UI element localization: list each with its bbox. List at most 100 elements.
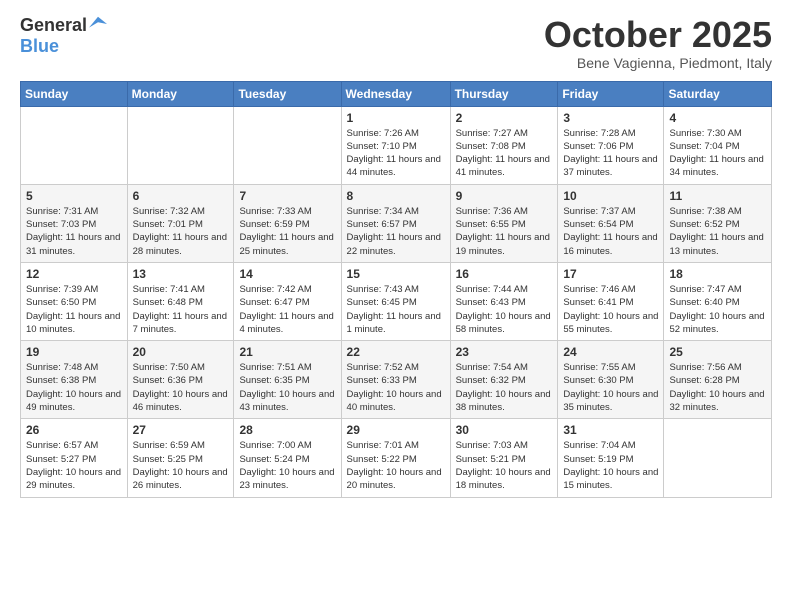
day-info: Sunrise: 7:47 AMSunset: 6:40 PMDaylight:… bbox=[669, 283, 766, 336]
logo-general-text: General bbox=[20, 15, 87, 36]
day-info: Sunrise: 7:48 AMSunset: 6:38 PMDaylight:… bbox=[26, 361, 122, 414]
day-number: 19 bbox=[26, 345, 122, 359]
day-number: 27 bbox=[133, 423, 229, 437]
day-info: Sunrise: 7:01 AMSunset: 5:22 PMDaylight:… bbox=[347, 439, 445, 492]
table-row: 14Sunrise: 7:42 AMSunset: 6:47 PMDayligh… bbox=[234, 262, 341, 340]
day-info: Sunrise: 7:46 AMSunset: 6:41 PMDaylight:… bbox=[563, 283, 658, 336]
day-info: Sunrise: 7:39 AMSunset: 6:50 PMDaylight:… bbox=[26, 283, 122, 336]
table-row: 2 Sunrise: 7:27 AMSunset: 7:08 PMDaylight… bbox=[450, 106, 558, 184]
col-friday: Friday bbox=[558, 81, 664, 106]
table-row: 25 Sunrise: 7:56 AMSunset: 6:28 PMDayligh… bbox=[664, 341, 772, 419]
header: General Blue October 2025 Bene Vagienna,… bbox=[20, 15, 772, 71]
day-info: Sunrise: 7:44 AMSunset: 6:43 PMDaylight:… bbox=[456, 283, 553, 336]
day-number: 4 bbox=[669, 111, 766, 125]
day-info: Sunrise: 7:03 AMSunset: 5:21 PMDaylight:… bbox=[456, 439, 553, 492]
table-row: 7 Sunrise: 7:33 AMSunset: 6:59 PMDaylight… bbox=[234, 184, 341, 262]
table-row: 8Sunrise: 7:34 AMSunset: 6:57 PMDaylight… bbox=[341, 184, 450, 262]
day-number: 26 bbox=[26, 423, 122, 437]
table-row bbox=[234, 106, 341, 184]
calendar-table: Sunday Monday Tuesday Wednesday Thursday… bbox=[20, 81, 772, 498]
table-row: 12 Sunrise: 7:39 AMSunset: 6:50 PMDayligh… bbox=[21, 262, 128, 340]
table-row: 11Sunrise: 7:38 AMSunset: 6:52 PMDayligh… bbox=[664, 184, 772, 262]
day-number: 2 bbox=[456, 111, 553, 125]
col-tuesday: Tuesday bbox=[234, 81, 341, 106]
table-row: 19 Sunrise: 7:48 AMSunset: 6:38 PMDayligh… bbox=[21, 341, 128, 419]
day-number: 6 bbox=[133, 189, 229, 203]
day-number: 30 bbox=[456, 423, 553, 437]
day-number: 1 bbox=[347, 111, 445, 125]
day-info: Sunrise: 7:38 AMSunset: 6:52 PMDaylight:… bbox=[669, 205, 766, 258]
table-row: 3 Sunrise: 7:28 AMSunset: 7:06 PMDaylight… bbox=[558, 106, 664, 184]
table-row: 24 Sunrise: 7:55 AMSunset: 6:30 PMDayligh… bbox=[558, 341, 664, 419]
day-number: 22 bbox=[347, 345, 445, 359]
table-row: 1Sunrise: 7:26 AMSunset: 7:10 PMDaylight… bbox=[341, 106, 450, 184]
table-row bbox=[127, 106, 234, 184]
day-info: Sunrise: 7:32 AMSunset: 7:01 PMDaylight:… bbox=[133, 205, 229, 258]
day-info: Sunrise: 7:56 AMSunset: 6:28 PMDaylight:… bbox=[669, 361, 766, 414]
day-info: Sunrise: 7:43 AMSunset: 6:45 PMDaylight:… bbox=[347, 283, 445, 336]
table-row bbox=[21, 106, 128, 184]
logo: General Blue bbox=[20, 15, 107, 57]
day-number: 5 bbox=[26, 189, 122, 203]
table-row: 5 Sunrise: 7:31 AMSunset: 7:03 PMDaylight… bbox=[21, 184, 128, 262]
table-row: 20 Sunrise: 7:50 AMSunset: 6:36 PMDayligh… bbox=[127, 341, 234, 419]
table-row: 6 Sunrise: 7:32 AMSunset: 7:01 PMDaylight… bbox=[127, 184, 234, 262]
day-number: 24 bbox=[563, 345, 658, 359]
day-info: Sunrise: 7:54 AMSunset: 6:32 PMDaylight:… bbox=[456, 361, 553, 414]
table-row: 29Sunrise: 7:01 AMSunset: 5:22 PMDayligh… bbox=[341, 419, 450, 497]
logo-blue-text: Blue bbox=[20, 36, 59, 57]
table-row: 22 Sunrise: 7:52 AMSunset: 6:33 PMDayligh… bbox=[341, 341, 450, 419]
table-row: 23 Sunrise: 7:54 AMSunset: 6:32 PMDayligh… bbox=[450, 341, 558, 419]
day-info: Sunrise: 7:55 AMSunset: 6:30 PMDaylight:… bbox=[563, 361, 658, 414]
day-number: 25 bbox=[669, 345, 766, 359]
day-info: Sunrise: 7:31 AMSunset: 7:03 PMDaylight:… bbox=[26, 205, 122, 258]
calendar-week-row: 5 Sunrise: 7:31 AMSunset: 7:03 PMDaylight… bbox=[21, 184, 772, 262]
day-number: 31 bbox=[563, 423, 658, 437]
col-monday: Monday bbox=[127, 81, 234, 106]
day-info: Sunrise: 7:04 AMSunset: 5:19 PMDaylight:… bbox=[563, 439, 658, 492]
day-number: 3 bbox=[563, 111, 658, 125]
calendar-week-row: 26Sunrise: 6:57 AMSunset: 5:27 PMDayligh… bbox=[21, 419, 772, 497]
day-number: 28 bbox=[239, 423, 335, 437]
month-title: October 2025 bbox=[544, 15, 772, 55]
day-info: Sunrise: 7:00 AMSunset: 5:24 PMDaylight:… bbox=[239, 439, 335, 492]
day-info: Sunrise: 6:59 AMSunset: 5:25 PMDaylight:… bbox=[133, 439, 229, 492]
table-row: 21 Sunrise: 7:51 AMSunset: 6:35 PMDayligh… bbox=[234, 341, 341, 419]
table-row: 27 Sunrise: 6:59 AMSunset: 5:25 PMDayligh… bbox=[127, 419, 234, 497]
day-info: Sunrise: 7:28 AMSunset: 7:06 PMDaylight:… bbox=[563, 127, 658, 180]
table-row: 18 Sunrise: 7:47 AMSunset: 6:40 PMDayligh… bbox=[664, 262, 772, 340]
table-row: 10Sunrise: 7:37 AMSunset: 6:54 PMDayligh… bbox=[558, 184, 664, 262]
day-number: 20 bbox=[133, 345, 229, 359]
table-row: 31 Sunrise: 7:04 AMSunset: 5:19 PMDayligh… bbox=[558, 419, 664, 497]
table-row: 30 Sunrise: 7:03 AMSunset: 5:21 PMDayligh… bbox=[450, 419, 558, 497]
day-number: 17 bbox=[563, 267, 658, 281]
table-row: 17 Sunrise: 7:46 AMSunset: 6:41 PMDayligh… bbox=[558, 262, 664, 340]
table-row: 15 Sunrise: 7:43 AMSunset: 6:45 PMDayligh… bbox=[341, 262, 450, 340]
calendar-week-row: 12 Sunrise: 7:39 AMSunset: 6:50 PMDayligh… bbox=[21, 262, 772, 340]
page: General Blue October 2025 Bene Vagienna,… bbox=[0, 0, 792, 612]
day-number: 14 bbox=[239, 267, 335, 281]
day-number: 12 bbox=[26, 267, 122, 281]
day-info: Sunrise: 7:36 AMSunset: 6:55 PMDaylight:… bbox=[456, 205, 553, 258]
table-row: 4 Sunrise: 7:30 AMSunset: 7:04 PMDaylight… bbox=[664, 106, 772, 184]
day-info: Sunrise: 7:30 AMSunset: 7:04 PMDaylight:… bbox=[669, 127, 766, 180]
logo-bird-icon bbox=[89, 15, 107, 33]
table-row: 28 Sunrise: 7:00 AMSunset: 5:24 PMDayligh… bbox=[234, 419, 341, 497]
calendar-week-row: 1Sunrise: 7:26 AMSunset: 7:10 PMDaylight… bbox=[21, 106, 772, 184]
day-number: 18 bbox=[669, 267, 766, 281]
day-info: Sunrise: 7:41 AMSunset: 6:48 PMDaylight:… bbox=[133, 283, 229, 336]
day-info: Sunrise: 7:33 AMSunset: 6:59 PMDaylight:… bbox=[239, 205, 335, 258]
day-number: 23 bbox=[456, 345, 553, 359]
day-info: Sunrise: 7:51 AMSunset: 6:35 PMDaylight:… bbox=[239, 361, 335, 414]
day-number: 21 bbox=[239, 345, 335, 359]
table-row: 26Sunrise: 6:57 AMSunset: 5:27 PMDayligh… bbox=[21, 419, 128, 497]
table-row: 9Sunrise: 7:36 AMSunset: 6:55 PMDaylight… bbox=[450, 184, 558, 262]
day-number: 15 bbox=[347, 267, 445, 281]
day-number: 7 bbox=[239, 189, 335, 203]
day-number: 8 bbox=[347, 189, 445, 203]
day-info: Sunrise: 7:50 AMSunset: 6:36 PMDaylight:… bbox=[133, 361, 229, 414]
day-info: Sunrise: 7:27 AMSunset: 7:08 PMDaylight:… bbox=[456, 127, 553, 180]
day-number: 16 bbox=[456, 267, 553, 281]
header-right: October 2025 Bene Vagienna, Piedmont, It… bbox=[544, 15, 772, 71]
day-info: Sunrise: 7:52 AMSunset: 6:33 PMDaylight:… bbox=[347, 361, 445, 414]
